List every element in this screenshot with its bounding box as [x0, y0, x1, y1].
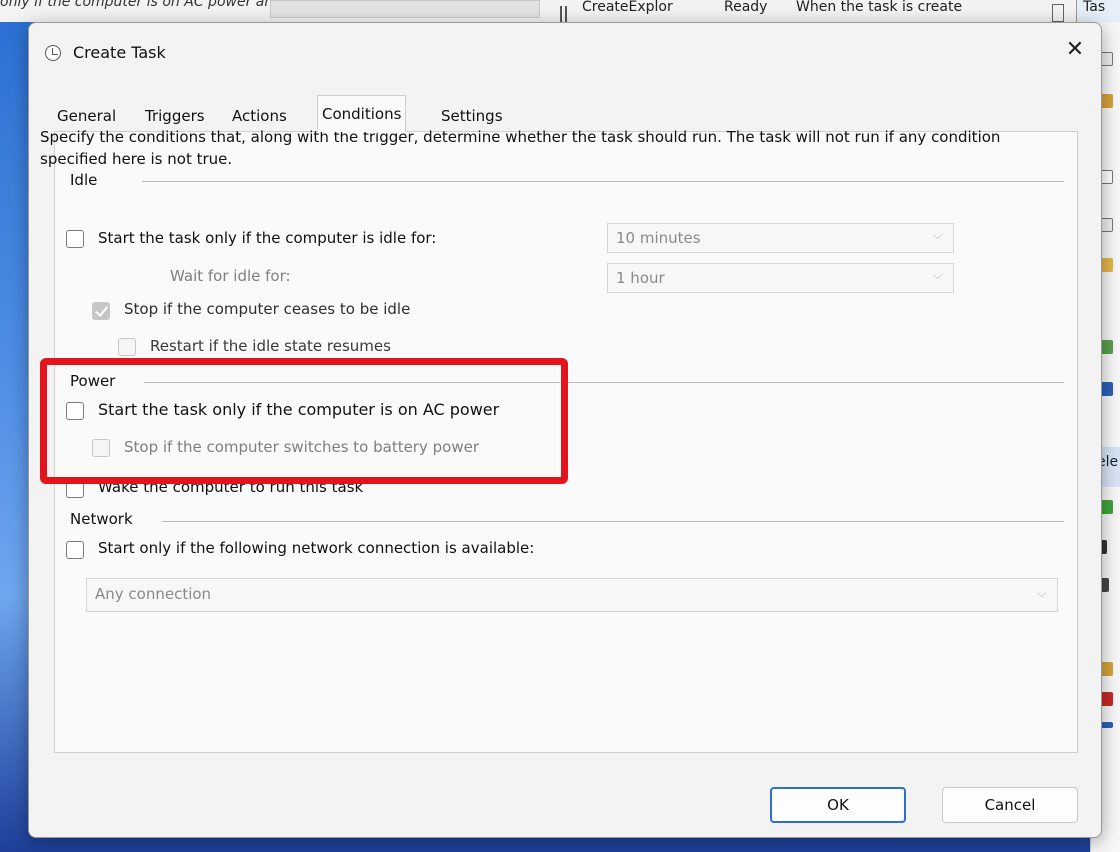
tab-conditions[interactable]: Conditions: [317, 95, 407, 132]
wait-idle-combo[interactable]: 1 hour ⌵: [607, 263, 954, 293]
network-checkbox[interactable]: [66, 541, 84, 559]
dialog-title: Create Task: [73, 43, 166, 62]
task-scheduler-icon: [45, 45, 61, 61]
background-text: only if the computer is on AC power and: [0, 0, 283, 10]
restart-idle-checkbox[interactable]: [118, 338, 136, 356]
idle-group-label: Idle: [70, 171, 106, 189]
background-separator: [560, 6, 562, 22]
network-label: Start only if the following network conn…: [98, 539, 535, 557]
conditions-description: Specify the conditions that, along with …: [40, 128, 1001, 168]
network-group-label: Network: [70, 510, 141, 528]
network-group-line: [162, 521, 1064, 522]
background-chip: [270, 0, 540, 18]
wait-idle-value: 1 hour: [616, 269, 665, 287]
background-cell: Ready: [724, 0, 768, 15]
idle-start-checkbox[interactable]: [66, 230, 84, 248]
network-connection-value: Any connection: [95, 585, 212, 603]
background-separator: [565, 6, 567, 22]
stop-if-ceases-checkbox[interactable]: [92, 302, 110, 320]
chevron-down-icon: ⌵: [933, 228, 943, 242]
ok-button[interactable]: OK: [770, 787, 906, 823]
red-highlight-box: [40, 358, 568, 484]
idle-start-label: Start the task only if the computer is i…: [98, 229, 437, 247]
close-button[interactable]: ✕: [1057, 35, 1093, 65]
idle-duration-value: 10 minutes: [616, 229, 701, 247]
stop-if-ceases-label: Stop if the computer ceases to be idle: [124, 300, 411, 318]
idle-duration-combo[interactable]: 10 minutes ⌵: [607, 223, 954, 253]
background-separator: [1052, 4, 1064, 22]
restart-idle-label: Restart if the idle state resumes: [150, 337, 391, 355]
dialog-titlebar: Create Task ✕: [29, 23, 1101, 81]
idle-group-line: [142, 181, 1064, 182]
background-app-bar: only if the computer is on AC power and …: [0, 0, 1120, 22]
background-cell: When the task is create: [796, 0, 963, 15]
chevron-down-icon: ⌵: [933, 268, 943, 282]
chevron-down-icon: ⌵: [1037, 586, 1047, 600]
cancel-button[interactable]: Cancel: [942, 787, 1078, 823]
background-cell-text: Tas: [1083, 0, 1106, 15]
background-cell: Tas: [1076, 0, 1120, 22]
background-cell: CreateExplor: [582, 0, 673, 15]
network-connection-combo[interactable]: Any connection ⌵: [86, 578, 1058, 612]
wait-idle-label: Wait for idle for:: [170, 267, 291, 285]
